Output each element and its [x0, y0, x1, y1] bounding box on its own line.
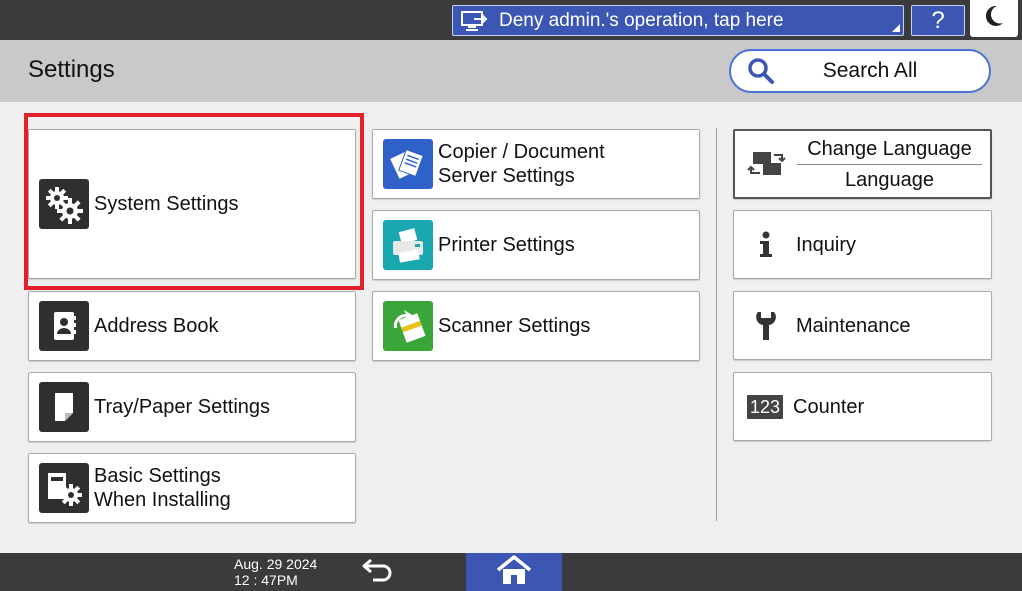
counter-icon: 123 — [747, 394, 783, 419]
basic-settings-label: Basic Settings When Installing — [94, 464, 231, 512]
inquiry-button[interactable]: Inquiry — [733, 210, 992, 279]
home-icon — [495, 554, 533, 591]
search-all-button[interactable]: Search All — [729, 49, 991, 93]
copier-settings-line2: Server Settings — [438, 165, 575, 187]
counter-label: Counter — [793, 395, 865, 418]
language-label: Language — [845, 168, 934, 191]
back-button[interactable] — [356, 557, 400, 587]
moon-icon — [983, 4, 1005, 33]
dropdown-corner-icon — [892, 24, 900, 32]
copier-settings-label: Copier / Document Server Settings — [438, 140, 605, 188]
change-language-button[interactable]: Change Language Language — [733, 129, 992, 199]
column-divider — [716, 128, 717, 521]
tray-paper-settings-label: Tray/Paper Settings — [94, 396, 271, 418]
basic-settings-line2: When Installing — [94, 489, 231, 511]
wrench-icon — [746, 306, 786, 346]
maintenance-label: Maintenance — [796, 314, 911, 337]
counter-icon-digits: 123 — [749, 396, 781, 417]
copier-settings-line1: Copier / Document — [438, 141, 605, 163]
scanner-settings-label: Scanner Settings — [438, 315, 591, 337]
date-time: Aug. 29 2024 12 : 47PM — [234, 556, 317, 588]
language-switch-icon — [747, 144, 787, 184]
date-label: Aug. 29 2024 — [234, 556, 318, 572]
basic-settings-when-installing-tile[interactable]: Basic Settings When Installing — [28, 453, 356, 523]
energy-saver-button[interactable] — [970, 0, 1018, 37]
gears-icon — [39, 179, 89, 229]
basic-settings-line1: Basic Settings — [94, 465, 221, 487]
search-all-label: Search All — [822, 59, 918, 82]
help-button[interactable]: ? — [911, 5, 965, 36]
copier-icon — [383, 139, 433, 189]
inquiry-label: Inquiry — [796, 233, 857, 256]
tray-paper-settings-tile[interactable]: Tray/Paper Settings — [28, 372, 356, 442]
status-bar: Deny admin.'s operation, tap here ? — [0, 0, 1022, 40]
language-separator — [797, 163, 982, 165]
home-button[interactable] — [466, 553, 562, 591]
search-icon — [747, 57, 775, 85]
address-book-label: Address Book — [94, 315, 219, 337]
language-labels: Change Language Language — [797, 137, 982, 192]
printer-settings-label: Printer Settings — [438, 234, 575, 256]
counter-button[interactable]: 123 Counter — [733, 372, 992, 441]
time-label: 12 : 47PM — [234, 572, 298, 588]
machine-gear-icon — [39, 463, 89, 513]
printer-icon — [383, 220, 433, 270]
scanner-icon — [383, 301, 433, 351]
change-language-label: Change Language — [807, 137, 972, 160]
address-book-tile[interactable]: Address Book — [28, 291, 356, 361]
page-title: Settings — [28, 56, 115, 83]
info-icon — [746, 225, 786, 265]
paper-icon — [39, 382, 89, 432]
remote-operation-icon — [460, 10, 490, 32]
copier-document-server-settings-tile[interactable]: Copier / Document Server Settings — [372, 129, 700, 199]
printer-settings-tile[interactable]: Printer Settings — [372, 210, 700, 280]
address-book-icon — [39, 301, 89, 351]
scanner-settings-tile[interactable]: Scanner Settings — [372, 291, 700, 361]
help-label: ? — [931, 6, 945, 34]
header: Settings Search All — [0, 40, 1022, 102]
deny-admin-operation-label: Deny admin.'s operation, tap here — [499, 9, 784, 31]
maintenance-button[interactable]: Maintenance — [733, 291, 992, 360]
deny-admin-operation-button[interactable]: Deny admin.'s operation, tap here — [452, 5, 904, 36]
back-arrow-icon — [361, 557, 395, 588]
system-settings-label: System Settings — [94, 193, 239, 215]
system-settings-tile[interactable]: System Settings — [28, 129, 356, 279]
bottom-bar: Aug. 29 2024 12 : 47PM — [0, 553, 1022, 591]
